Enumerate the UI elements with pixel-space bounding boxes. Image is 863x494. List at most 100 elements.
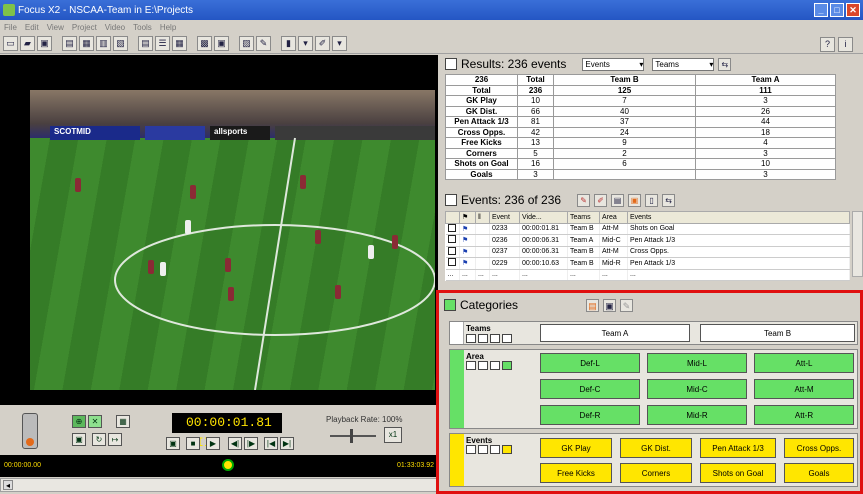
- export-icon[interactable]: ▤: [611, 193, 625, 207]
- category-edit-icon[interactable]: ▣: [603, 298, 617, 312]
- playback-rate-slider[interactable]: [330, 429, 376, 443]
- event-row[interactable]: ⚑ 0233 00:00:01.81 Team B Att-M Shots on Goal: [445, 223, 850, 235]
- category-team-b-button[interactable]: Team B: [700, 324, 855, 342]
- menu-file[interactable]: File: [4, 23, 17, 32]
- menu-edit[interactable]: Edit: [25, 23, 39, 32]
- swap-icon[interactable]: ⇆: [718, 57, 732, 71]
- frame-forward-icon[interactable]: |▶: [244, 437, 258, 450]
- calendar-icon[interactable]: ▣: [214, 36, 229, 51]
- video-frame[interactable]: SCOTMID allsports: [30, 90, 435, 390]
- menu-help[interactable]: Help: [160, 23, 176, 32]
- menu-project[interactable]: Project: [72, 23, 97, 32]
- dropdown-icon-2[interactable]: ▾: [332, 36, 347, 51]
- group-color-icon[interactable]: [502, 361, 512, 370]
- video-timeline[interactable]: 00:00:00.00 01:33:03.92: [0, 455, 438, 477]
- panel-icon[interactable]: ▥: [96, 36, 111, 51]
- layout-icon[interactable]: ▤: [62, 36, 77, 51]
- event-checkbox[interactable]: [447, 223, 456, 232]
- category-def-c-button[interactable]: Def-C: [540, 379, 640, 399]
- events-header[interactable]: Event: [489, 211, 520, 224]
- mark-in-icon[interactable]: ⊕: [72, 415, 86, 428]
- edit-event-icon[interactable]: ✐: [594, 193, 608, 207]
- swap-icon[interactable]: ⇆: [662, 193, 676, 207]
- playhead[interactable]: [222, 459, 234, 471]
- columns-icon[interactable]: ▯: [645, 193, 659, 207]
- category-att-l-button[interactable]: Att-L: [754, 353, 854, 373]
- group-clock-icon[interactable]: [478, 334, 488, 343]
- category-cross-opps-button[interactable]: Cross Opps.: [784, 438, 854, 458]
- results-rows-select[interactable]: Events ▾: [582, 57, 645, 71]
- skip-forward-icon[interactable]: ▶|: [280, 437, 294, 450]
- bar-icon[interactable]: ▮: [281, 36, 296, 51]
- menu-view[interactable]: View: [47, 23, 64, 32]
- event-row[interactable]: ⚑ 0236 00:00:06.31 Team A Mid-C Pen Attack 1/…: [445, 234, 850, 247]
- dropdown-icon[interactable]: ▾: [298, 36, 313, 51]
- help-icon[interactable]: ?: [820, 37, 835, 52]
- frame-back-icon[interactable]: ◀|: [228, 437, 242, 450]
- group-option-icon[interactable]: [478, 445, 488, 454]
- category-mid-r-button[interactable]: Mid-R: [647, 405, 747, 425]
- timeline-scrollbar[interactable]: ◂: [0, 478, 438, 492]
- skip-back-icon[interactable]: |◀: [264, 437, 278, 450]
- category-def-r-button[interactable]: Def-R: [540, 405, 640, 425]
- play-icon[interactable]: ▶: [206, 437, 220, 450]
- category-layout-icon[interactable]: ▤: [586, 298, 600, 312]
- clip-icon[interactable]: ▣: [72, 433, 86, 446]
- grid-icon[interactable]: ▦: [79, 36, 94, 51]
- step-icon[interactable]: ↦: [108, 433, 122, 446]
- minimize-button[interactable]: _: [814, 3, 828, 17]
- category-def-l-button[interactable]: Def-L: [540, 353, 640, 373]
- event-checkbox[interactable]: [447, 235, 456, 244]
- chart-icon[interactable]: ▦: [172, 36, 187, 51]
- group-option-icon[interactable]: [490, 334, 500, 343]
- event-row[interactable]: ⚑ 0229 00:00:10.63 Team B Mid-R Pen Attack 1/…: [445, 257, 850, 270]
- info-icon[interactable]: i: [838, 37, 853, 52]
- event-checkbox[interactable]: [447, 246, 456, 255]
- group-option-icon[interactable]: [478, 361, 488, 370]
- loop-icon[interactable]: ↻: [92, 433, 106, 446]
- mark-out-icon[interactable]: ✕: [88, 415, 102, 428]
- category-pen-attack-button[interactable]: Pen Attack 1/3: [700, 438, 776, 458]
- group-option-icon[interactable]: [466, 361, 476, 370]
- group-option-icon[interactable]: [490, 445, 500, 454]
- category-corners-button[interactable]: Corners: [620, 463, 692, 483]
- category-gk-play-button[interactable]: GK Play: [540, 438, 612, 458]
- group-option-icon[interactable]: [466, 445, 476, 454]
- events-scrollbar[interactable]: [852, 211, 863, 277]
- rate-reset-button[interactable]: x1: [384, 427, 402, 443]
- category-team-a-button[interactable]: Team A: [540, 324, 690, 342]
- events-header[interactable]: Vide...: [519, 211, 568, 224]
- new-file-icon[interactable]: ▭: [3, 36, 18, 51]
- maximize-button[interactable]: □: [830, 3, 844, 17]
- close-button[interactable]: ✕: [846, 3, 860, 17]
- category-goals-button[interactable]: Goals: [784, 463, 854, 483]
- save-icon[interactable]: ▣: [37, 36, 52, 51]
- menu-tools[interactable]: Tools: [133, 23, 152, 32]
- events-header[interactable]: Area: [599, 211, 628, 224]
- group-color-icon[interactable]: [502, 445, 512, 454]
- results-columns-select[interactable]: Teams ▾: [652, 57, 715, 71]
- category-lock-icon[interactable]: ✎: [620, 298, 634, 312]
- tag-icon[interactable]: ▩: [197, 36, 212, 51]
- group-option-icon[interactable]: [466, 334, 476, 343]
- group-option-icon[interactable]: [490, 361, 500, 370]
- event-checkbox[interactable]: [447, 258, 456, 267]
- category-gk-dist-button[interactable]: GK Dist.: [620, 438, 692, 458]
- go-start-icon[interactable]: ▣: [166, 437, 180, 450]
- category-mid-l-button[interactable]: Mid-L: [647, 353, 747, 373]
- table-icon[interactable]: ▤: [138, 36, 153, 51]
- draw-icon[interactable]: ✐: [315, 36, 330, 51]
- volume-slider[interactable]: [22, 413, 38, 449]
- scroll-left-icon[interactable]: ◂: [3, 480, 13, 490]
- picture-icon[interactable]: ▨: [239, 36, 254, 51]
- list-icon[interactable]: ☰: [155, 36, 170, 51]
- stop-icon[interactable]: ■: [186, 437, 200, 450]
- category-att-m-button[interactable]: Att-M: [754, 379, 854, 399]
- filter-icon[interactable]: ✎: [577, 193, 591, 207]
- event-row[interactable]: ⚑ 0237 00:00:06.31 Team B Att-M Cross Opps.: [445, 246, 850, 258]
- snapshot-icon[interactable]: ▦: [116, 415, 130, 428]
- events-header[interactable]: Events: [627, 211, 850, 224]
- category-shots-on-goal-button[interactable]: Shots on Goal: [700, 463, 776, 483]
- events-header[interactable]: Teams: [567, 211, 600, 224]
- edit-icon[interactable]: ✎: [256, 36, 271, 51]
